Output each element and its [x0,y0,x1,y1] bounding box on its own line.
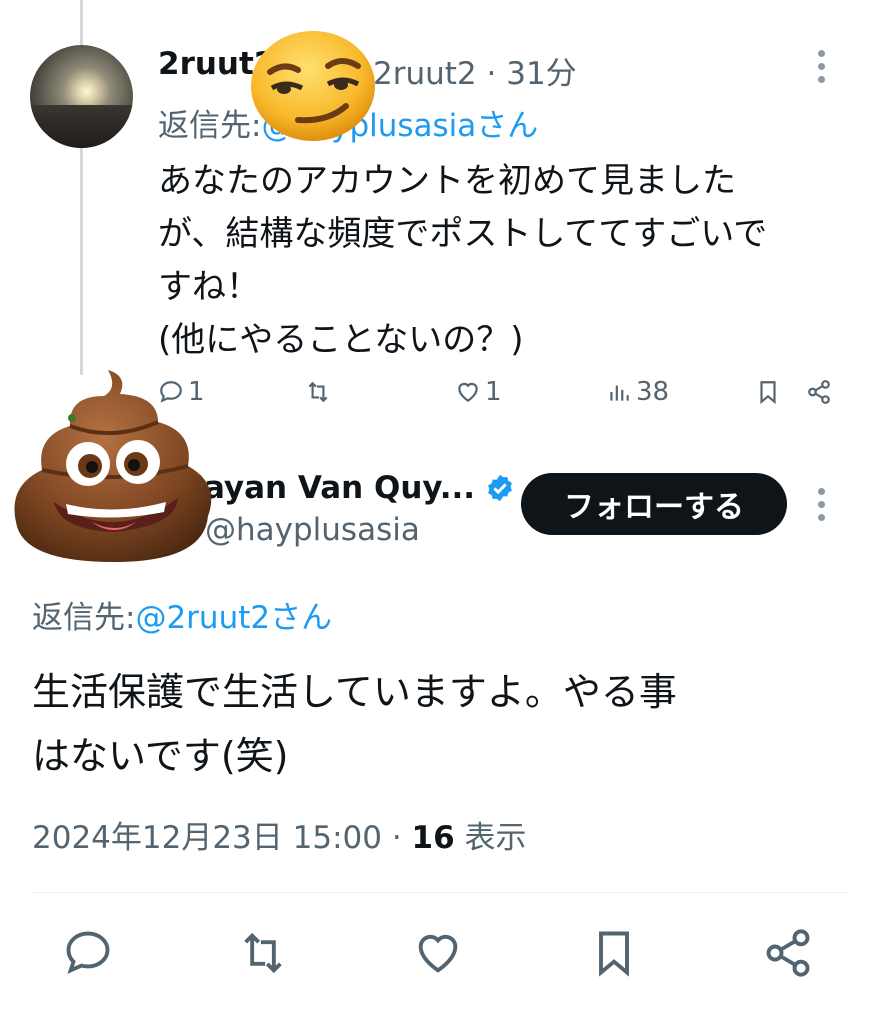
share-button[interactable] [806,370,832,414]
tweet-text-line: あなたのアカウントを初めて見ました [158,161,736,201]
timestamp[interactable]: · 31分 [487,56,577,92]
avatar[interactable] [30,45,133,148]
views-button[interactable]: 38 [606,370,669,414]
more-icon [818,488,825,521]
retweet-button[interactable] [237,927,289,979]
smirking-face-emoji [251,31,375,141]
verified-badge-icon [488,474,512,502]
retweet-icon [308,381,328,403]
bookmark-icon [599,931,629,977]
more-icon [818,50,825,83]
reply-button[interactable] [62,927,114,979]
divider [32,892,848,893]
tweet-text: 生活保護で生活していますよ。やる事 はないです(笑) [32,660,852,788]
more-button[interactable] [818,488,825,521]
tweet-text-line: すね！ [158,267,260,307]
reply-to-line: 返信先:@2ruut2さん [32,592,332,637]
share-icon [808,380,830,404]
views-count: 16 [411,820,455,856]
bookmark-icon [760,381,776,405]
display-name-text[interactable]: Hayan Van Quy... [178,470,475,506]
like-button[interactable]: 1 [455,370,502,414]
tweet-text: あなたのアカウントを初めて見ました が、結構な頻度でポストしててすごいで すね！… [158,155,858,367]
bookmark-button[interactable] [755,370,781,414]
reply-to-link[interactable]: @2ruut2さん [135,600,332,636]
reply-to-prefix: 返信先: [158,108,262,144]
reply-icon [66,931,110,974]
retweet-button[interactable] [305,370,331,414]
more-button[interactable] [818,50,825,83]
share-button[interactable] [762,927,814,979]
views-icon [610,385,629,401]
tweet-timestamp[interactable]: 2024年12月23日 15:00 · [32,820,412,856]
pile-of-poo-emoji [14,370,212,562]
tweet-text-line: (他にやることないの？) [158,320,524,360]
reply-to-prefix: 返信先: [32,600,136,636]
display-name[interactable]: Hayan Van Quy... [178,470,515,506]
tweet-text-line: はないです(笑) [32,734,289,778]
handle[interactable]: @hayplusasia [205,512,420,548]
like-button[interactable] [412,927,464,979]
like-icon [458,382,478,402]
tweet-text-line: が、結構な頻度でポストしててすごいで [158,214,768,254]
views-count: 38 [636,377,670,407]
views-label: 表示 [454,820,527,856]
share-icon [766,929,810,977]
bookmark-button[interactable] [588,927,640,979]
like-icon [418,934,458,973]
like-count: 1 [485,377,502,407]
retweet-icon [244,932,282,974]
follow-button[interactable]: フォローする [521,473,787,535]
tweet-text-line: 生活保護で生活していますよ。やる事 [32,670,677,714]
tweet-meta: 2024年12月23日 15:00 · 16 表示 [32,812,527,857]
